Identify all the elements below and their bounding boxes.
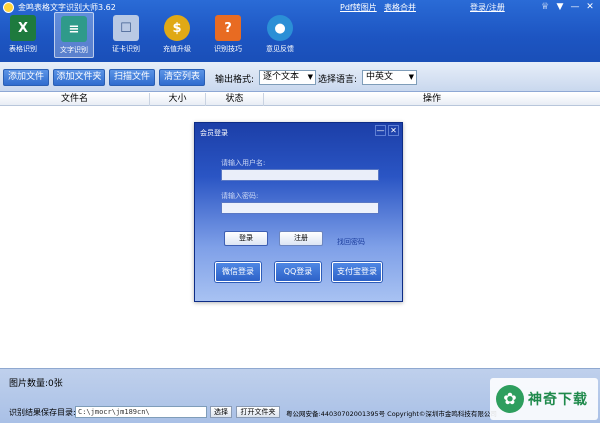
login-register-link[interactable]: 登录/注册 <box>470 2 505 13</box>
tool-text-recognition[interactable]: ≡ 文字识别 <box>54 12 94 58</box>
language-select[interactable]: 中英文 ▼ <box>362 70 417 85</box>
table-merge-link[interactable]: 表格合并 <box>384 2 416 13</box>
minimize-button[interactable]: — <box>568 1 582 14</box>
help-icon: ? <box>215 15 241 41</box>
tool-recharge-upgrade[interactable]: $ 充值升级 <box>157 12 197 58</box>
output-format-label: 输出格式: <box>215 75 255 85</box>
menu-dropdown-icon[interactable]: ▼ <box>553 1 567 14</box>
password-label: 请输入密码: <box>221 192 259 200</box>
pdf-to-image-link[interactable]: Pdf转图片 <box>340 2 377 13</box>
feedback-icon: ● <box>267 15 293 41</box>
file-table-header: 文件名 大小 状态 操作 <box>0 93 600 106</box>
output-format-value: 逐个文本 <box>263 72 300 82</box>
tool-label: 表格识别 <box>9 45 37 53</box>
output-format-select[interactable]: 逐个文本 ▼ <box>259 70 316 85</box>
login-button[interactable]: 登录 <box>224 231 268 246</box>
save-path-field[interactable]: C:\jmocr\jm189cn\ <box>75 406 207 418</box>
forgot-password-link[interactable]: 找回密码 <box>337 237 365 247</box>
column-status[interactable]: 状态 <box>206 93 264 106</box>
tool-label: 识别技巧 <box>214 45 242 53</box>
tool-feedback[interactable]: ● 意见反馈 <box>260 12 300 58</box>
tool-label: 文字识别 <box>60 46 88 54</box>
app-header: 金鸣表格文字识别大师3.62 Pdf转图片 表格合并 登录/注册 ♕ ▼ — ✕… <box>0 0 600 62</box>
dialog-close-button[interactable]: ✕ <box>388 125 399 136</box>
skin-icon[interactable]: ♕ <box>538 1 552 14</box>
clear-list-button[interactable]: 清空列表 <box>159 69 205 86</box>
language-label: 选择语言: <box>318 75 358 85</box>
register-button[interactable]: 注册 <box>279 231 323 246</box>
wechat-login-button[interactable]: 微信登录 <box>215 262 261 282</box>
choose-dir-button[interactable]: 选择 <box>210 406 232 418</box>
chevron-down-icon: ▼ <box>307 73 313 81</box>
column-size[interactable]: 大小 <box>150 93 206 106</box>
watermark-logo: ✿ 神奇下载 <box>490 378 598 420</box>
id-card-icon: ☐ <box>113 15 139 41</box>
tool-card-recognition[interactable]: ☐ 证卡识别 <box>106 12 146 58</box>
footer-copyright: 粤公网安备:44030702001395号 Copyright©深圳市金鸣科技有… <box>286 410 497 418</box>
dialog-minimize-button[interactable]: — <box>375 125 386 136</box>
column-action[interactable]: 操作 <box>264 93 600 106</box>
action-toolbar: 添加文件 添加文件夹 扫描文件 清空列表 输出格式: 逐个文本 ▼ 选择语言: … <box>0 62 600 92</box>
save-dir-label: 识别结果保存目录: <box>9 408 76 417</box>
tool-label: 证卡识别 <box>112 45 140 53</box>
scan-file-button[interactable]: 扫描文件 <box>109 69 155 86</box>
username-label: 请输入用户名: <box>221 159 266 167</box>
image-count: 图片数量:0张 <box>9 379 63 389</box>
tool-table-recognition[interactable]: X 表格识别 <box>3 12 43 58</box>
password-input[interactable] <box>221 202 379 214</box>
coin-icon: $ <box>164 15 190 41</box>
close-button[interactable]: ✕ <box>583 1 597 14</box>
open-folder-button[interactable]: 打开文件夹 <box>236 406 280 418</box>
tool-label: 充值升级 <box>163 45 191 53</box>
tool-label: 意见反馈 <box>266 45 294 53</box>
qq-login-button[interactable]: QQ登录 <box>275 262 321 282</box>
dialog-title: 会员登录 <box>200 129 228 137</box>
column-filename[interactable]: 文件名 <box>0 93 150 106</box>
watermark-text: 神奇下载 <box>528 392 588 408</box>
watermark-flower-icon: ✿ <box>496 385 524 413</box>
username-input[interactable] <box>221 169 379 181</box>
language-value: 中英文 <box>366 72 394 82</box>
alipay-login-button[interactable]: 支付宝登录 <box>332 262 382 282</box>
tool-recognition-tips[interactable]: ? 识别技巧 <box>208 12 248 58</box>
excel-icon: X <box>10 15 36 41</box>
document-icon: ≡ <box>61 16 87 42</box>
add-folder-button[interactable]: 添加文件夹 <box>53 69 105 86</box>
chevron-down-icon: ▼ <box>408 73 414 81</box>
member-login-dialog: 会员登录 — ✕ 请输入用户名: 请输入密码: 登录 注册 找回密码 微信登录 … <box>194 122 403 302</box>
add-file-button[interactable]: 添加文件 <box>3 69 49 86</box>
